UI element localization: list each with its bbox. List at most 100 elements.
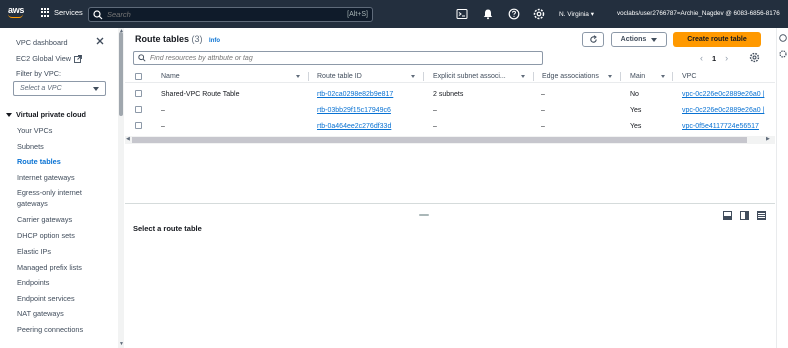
- current-page[interactable]: 1: [712, 54, 716, 63]
- route-tables-panel: Route tables (3) Info Actions Create rou…: [125, 28, 775, 203]
- resource-filter[interactable]: [133, 51, 543, 65]
- info-link[interactable]: Info: [209, 38, 220, 44]
- column-header-main[interactable]: Main: [630, 73, 645, 80]
- column-header-route-table-id[interactable]: Route table ID: [317, 73, 362, 80]
- sidebar-item-internet-gateways[interactable]: Internet gateways: [17, 172, 75, 183]
- sidebar-item-subnets[interactable]: Subnets: [17, 141, 44, 152]
- split-close-icon[interactable]: [757, 211, 766, 220]
- services-menu-button[interactable]: Services: [41, 8, 83, 17]
- column-header-vpc[interactable]: VPC: [682, 73, 696, 80]
- select-all-checkbox[interactable]: [135, 73, 142, 80]
- global-search[interactable]: [Alt+S]: [88, 7, 373, 22]
- column-header-explicit-subnet[interactable]: Explicit subnet associ...: [433, 73, 506, 80]
- sort-icon[interactable]: [411, 75, 415, 78]
- cell-edge-associations: –: [541, 91, 545, 98]
- cell-vpc-link[interactable]: vpc-0f5e4117724e56517: [682, 123, 759, 130]
- next-page-icon[interactable]: ›: [725, 53, 728, 63]
- table-row[interactable]: – rtb-03bb29f15c17949c6 – – Yes vpc-0c22…: [125, 102, 775, 118]
- drag-handle-icon[interactable]: [419, 214, 429, 216]
- sidebar-item-vpc-dashboard[interactable]: VPC dashboard: [16, 38, 68, 47]
- settings-icon[interactable]: [533, 8, 545, 20]
- sidebar-section-virtual-private-cloud[interactable]: Virtual private cloud: [6, 110, 86, 119]
- table-row[interactable]: – rtb-0a464ee2c276df33d – – Yes vpc-0f5e…: [125, 118, 775, 134]
- sidebar-item-endpoints[interactable]: Endpoints: [17, 277, 49, 288]
- sidebar-item-nat-gateways[interactable]: NAT gateways: [17, 308, 64, 319]
- chevron-down-icon: [93, 86, 99, 91]
- pagination: ‹ 1 ›: [700, 53, 728, 63]
- refresh-button[interactable]: [582, 32, 604, 47]
- table-row[interactable]: Shared-VPC Route Table rtb-02ca0298e82b9…: [125, 86, 775, 102]
- row-checkbox[interactable]: [135, 122, 142, 129]
- route-table-count: (3): [191, 34, 203, 44]
- sidebar-item-elastic-ips[interactable]: Elastic IPs: [17, 246, 51, 257]
- scroll-down-icon[interactable]: ▼: [119, 341, 124, 347]
- column-header-edge-associations[interactable]: Edge associations: [542, 73, 599, 80]
- column-header-name[interactable]: Name: [161, 73, 180, 80]
- cell-route-table-id-link[interactable]: rtb-03bb29f15c17949c6: [317, 107, 391, 114]
- actions-label: Actions: [620, 36, 647, 43]
- column-divider[interactable]: [423, 72, 424, 81]
- table-horizontal-scrollbar[interactable]: ◀ ▶: [125, 136, 775, 144]
- cell-route-table-id-link[interactable]: rtb-0a464ee2c276df33d: [317, 123, 391, 130]
- sidebar-item-route-tables[interactable]: Route tables: [17, 156, 61, 167]
- row-checkbox[interactable]: [135, 90, 142, 97]
- search-input[interactable]: [107, 10, 348, 19]
- sidebar-item-dhcp-option-sets[interactable]: DHCP option sets: [17, 230, 75, 241]
- table-header: Name Route table ID Explicit subnet asso…: [125, 70, 775, 83]
- create-route-table-button[interactable]: Create route table: [673, 32, 761, 47]
- column-divider[interactable]: [672, 72, 673, 81]
- external-link-icon: [74, 54, 82, 63]
- help-icon[interactable]: [508, 8, 520, 20]
- bell-icon[interactable]: [482, 8, 494, 20]
- sort-icon[interactable]: [521, 75, 525, 78]
- section-label: Virtual private cloud: [16, 110, 87, 119]
- sort-icon[interactable]: [661, 75, 665, 78]
- sidebar-scrollbar[interactable]: ▲ ▼: [118, 28, 124, 348]
- cell-edge-associations: –: [541, 123, 545, 130]
- vpc-filter-select[interactable]: Select a VPC: [13, 81, 106, 96]
- settings-icon[interactable]: [779, 50, 787, 58]
- sidebar-item-your-vpcs[interactable]: Your VPCs: [17, 125, 52, 136]
- horizontal-scroll-thumb[interactable]: [132, 137, 747, 143]
- page-title-text: Route tables: [135, 34, 190, 44]
- region-selector[interactable]: N. Virginia ▾: [559, 10, 594, 18]
- sidebar-item-ec2-global-view[interactable]: EC2 Global View: [16, 54, 82, 63]
- gear-icon[interactable]: [749, 52, 760, 63]
- aws-logo[interactable]: aws: [8, 6, 30, 22]
- sidebar-item-managed-prefix-lists[interactable]: Managed prefix lists: [17, 262, 82, 273]
- help-icon[interactable]: [779, 34, 787, 42]
- column-divider[interactable]: [533, 72, 534, 81]
- cell-vpc-link[interactable]: vpc-0c226e0c2889e26a0 |: [682, 107, 764, 114]
- row-checkbox[interactable]: [135, 106, 142, 113]
- sort-icon[interactable]: [296, 75, 300, 78]
- close-icon[interactable]: [95, 36, 105, 46]
- column-divider[interactable]: [620, 72, 621, 81]
- chevron-down-icon: [6, 112, 12, 117]
- split-side-icon[interactable]: [740, 211, 749, 220]
- column-divider[interactable]: [308, 72, 309, 81]
- sidebar-scroll-thumb[interactable]: [119, 32, 123, 116]
- actions-dropdown-button[interactable]: Actions: [611, 32, 667, 47]
- cell-subnet-associations: –: [433, 123, 437, 130]
- scroll-left-icon[interactable]: ◀: [126, 136, 130, 142]
- split-bottom-icon[interactable]: [723, 211, 732, 220]
- sidebar-item-endpoint-services[interactable]: Endpoint services: [17, 293, 75, 304]
- account-label: voclabs/user2766787=Archie_Nagdev @ 6083…: [617, 10, 780, 17]
- sort-icon[interactable]: [608, 75, 612, 78]
- account-menu[interactable]: voclabs/user2766787=Archie_Nagdev @ 6083…: [617, 10, 780, 17]
- cell-route-table-id-link[interactable]: rtb-02ca0298e82b9e817: [317, 91, 393, 98]
- cell-main: Yes: [630, 123, 642, 130]
- cloudshell-icon[interactable]: [456, 8, 468, 20]
- search-shortcut-hint: [Alt+S]: [347, 11, 368, 18]
- cell-vpc-link[interactable]: vpc-0c226e0c2889e26a0 |: [682, 91, 764, 98]
- filter-input[interactable]: [150, 54, 530, 62]
- sidebar-item-peering-connections[interactable]: Peering connections: [17, 324, 83, 335]
- aws-logo-text: aws: [8, 5, 25, 15]
- previous-page-icon[interactable]: ‹: [700, 53, 703, 63]
- sidebar-item-egress-only-internet-gateways[interactable]: Egress-only internet gateways: [17, 187, 97, 209]
- split-panel-divider[interactable]: [125, 203, 775, 204]
- cell-main: Yes: [630, 107, 642, 114]
- region-label: N. Virginia: [559, 11, 589, 18]
- sidebar-item-carrier-gateways[interactable]: Carrier gateways: [17, 214, 72, 225]
- scroll-right-icon[interactable]: ▶: [766, 136, 770, 142]
